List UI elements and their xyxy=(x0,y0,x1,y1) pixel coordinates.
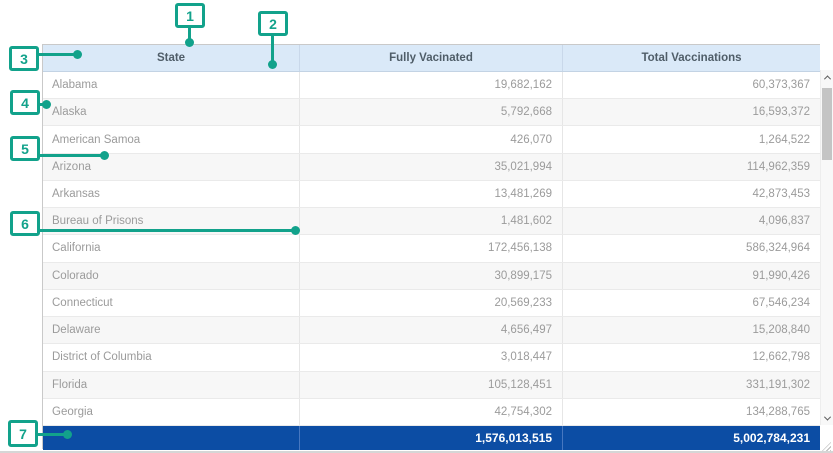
column-header-fully-vaccinated[interactable]: Fully Vacinated xyxy=(300,45,563,71)
chevron-down-icon xyxy=(824,413,831,420)
cell-total-vaccinations: 42,873,453 xyxy=(563,181,820,207)
callout-dot-2 xyxy=(268,60,277,69)
vaccination-table-screenshot: State Fully Vacinated Total Vaccinations… xyxy=(0,0,833,453)
annotation-marker-3: 3 xyxy=(9,46,39,71)
vertical-scrollbar[interactable] xyxy=(820,70,833,425)
table-row: California 172,456,138 586,324,964 xyxy=(43,235,820,262)
cell-fully-vaccinated: 35,021,994 xyxy=(300,154,563,180)
cell-state: California xyxy=(43,235,300,261)
table-row: Colorado 30,899,175 91,990,426 xyxy=(43,263,820,290)
table-row: Alabama 19,682,162 60,373,367 xyxy=(43,72,820,99)
cell-state: Alaska xyxy=(43,99,300,125)
callout-dot-7 xyxy=(63,430,72,439)
totals-row: 1,576,013,515 5,002,784,231 xyxy=(43,426,820,450)
callout-dot-3 xyxy=(73,50,82,59)
cell-fully-vaccinated: 3,018,447 xyxy=(300,344,563,370)
cell-fully-vaccinated: 105,128,451 xyxy=(300,372,563,398)
cell-fully-vaccinated: 1,481,602 xyxy=(300,208,563,234)
cell-state: Arizona xyxy=(43,154,300,180)
cell-state: Delaware xyxy=(43,317,300,343)
cell-total-vaccinations: 4,096,837 xyxy=(563,208,820,234)
cell-total-vaccinations: 12,662,798 xyxy=(563,344,820,370)
annotation-marker-2: 2 xyxy=(258,11,288,36)
callout-line-5 xyxy=(38,154,105,157)
totals-state-cell xyxy=(43,426,300,450)
callout-line-3 xyxy=(37,53,78,56)
cell-state: District of Columbia xyxy=(43,344,300,370)
cell-fully-vaccinated: 20,569,233 xyxy=(300,290,563,316)
table-row: Connecticut 20,569,233 67,546,234 xyxy=(43,290,820,317)
cell-fully-vaccinated: 426,070 xyxy=(300,126,563,152)
cell-total-vaccinations: 331,191,302 xyxy=(563,372,820,398)
annotation-marker-5: 5 xyxy=(10,136,40,161)
cell-total-vaccinations: 67,546,234 xyxy=(563,290,820,316)
cell-state: Alabama xyxy=(43,72,300,98)
cell-total-vaccinations: 1,264,522 xyxy=(563,126,820,152)
totals-fully-vaccinated: 1,576,013,515 xyxy=(300,426,563,450)
cell-state: American Samoa xyxy=(43,126,300,152)
annotation-marker-6: 6 xyxy=(10,211,40,236)
callout-line-6 xyxy=(38,229,296,232)
table-header-row: State Fully Vacinated Total Vaccinations xyxy=(43,45,820,72)
resize-grip-icon[interactable] xyxy=(822,442,831,451)
callout-dot-1 xyxy=(185,38,194,47)
table-row: Arkansas 13,481,269 42,873,453 xyxy=(43,181,820,208)
scrollbar-down-button[interactable] xyxy=(821,411,833,425)
cell-fully-vaccinated: 4,656,497 xyxy=(300,317,563,343)
column-header-total-vaccinations[interactable]: Total Vaccinations xyxy=(563,45,820,71)
cell-total-vaccinations: 16,593,372 xyxy=(563,99,820,125)
table-row: Alaska 5,792,668 16,593,372 xyxy=(43,99,820,126)
cell-state: Florida xyxy=(43,372,300,398)
cell-fully-vaccinated: 19,682,162 xyxy=(300,72,563,98)
cell-state: Arkansas xyxy=(43,181,300,207)
chevron-up-icon xyxy=(824,75,831,82)
cell-total-vaccinations: 114,962,359 xyxy=(563,154,820,180)
cell-state: Connecticut xyxy=(43,290,300,316)
cell-fully-vaccinated: 30,899,175 xyxy=(300,263,563,289)
cell-fully-vaccinated: 172,456,138 xyxy=(300,235,563,261)
callout-dot-6 xyxy=(291,226,300,235)
table-row: Georgia 42,754,302 134,288,765 xyxy=(43,399,820,426)
vaccination-table: State Fully Vacinated Total Vaccinations… xyxy=(42,44,820,449)
scrollbar-thumb[interactable] xyxy=(822,88,832,160)
cell-total-vaccinations: 60,373,367 xyxy=(563,72,820,98)
column-header-state[interactable]: State xyxy=(43,45,300,71)
cell-state: Colorado xyxy=(43,263,300,289)
cell-state: Georgia xyxy=(43,399,300,425)
cell-total-vaccinations: 91,990,426 xyxy=(563,263,820,289)
annotation-marker-7: 7 xyxy=(8,420,38,447)
cell-total-vaccinations: 134,288,765 xyxy=(563,399,820,425)
annotation-marker-4: 4 xyxy=(10,90,40,115)
cell-fully-vaccinated: 42,754,302 xyxy=(300,399,563,425)
callout-dot-5 xyxy=(100,151,109,160)
table-row: Arizona 35,021,994 114,962,359 xyxy=(43,154,820,181)
table-row: Delaware 4,656,497 15,208,840 xyxy=(43,317,820,344)
cell-total-vaccinations: 586,324,964 xyxy=(563,235,820,261)
callout-dot-4 xyxy=(42,100,51,109)
cell-fully-vaccinated: 5,792,668 xyxy=(300,99,563,125)
cell-total-vaccinations: 15,208,840 xyxy=(563,317,820,343)
table-row: American Samoa 426,070 1,264,522 xyxy=(43,126,820,153)
table-row: District of Columbia 3,018,447 12,662,79… xyxy=(43,344,820,371)
scrollbar-up-button[interactable] xyxy=(821,70,833,84)
totals-total-vaccinations: 5,002,784,231 xyxy=(563,426,820,450)
cell-fully-vaccinated: 13,481,269 xyxy=(300,181,563,207)
annotation-marker-1: 1 xyxy=(175,3,205,28)
table-row: Florida 105,128,451 331,191,302 xyxy=(43,372,820,399)
table-body: Alabama 19,682,162 60,373,367 Alaska 5,7… xyxy=(43,72,820,426)
